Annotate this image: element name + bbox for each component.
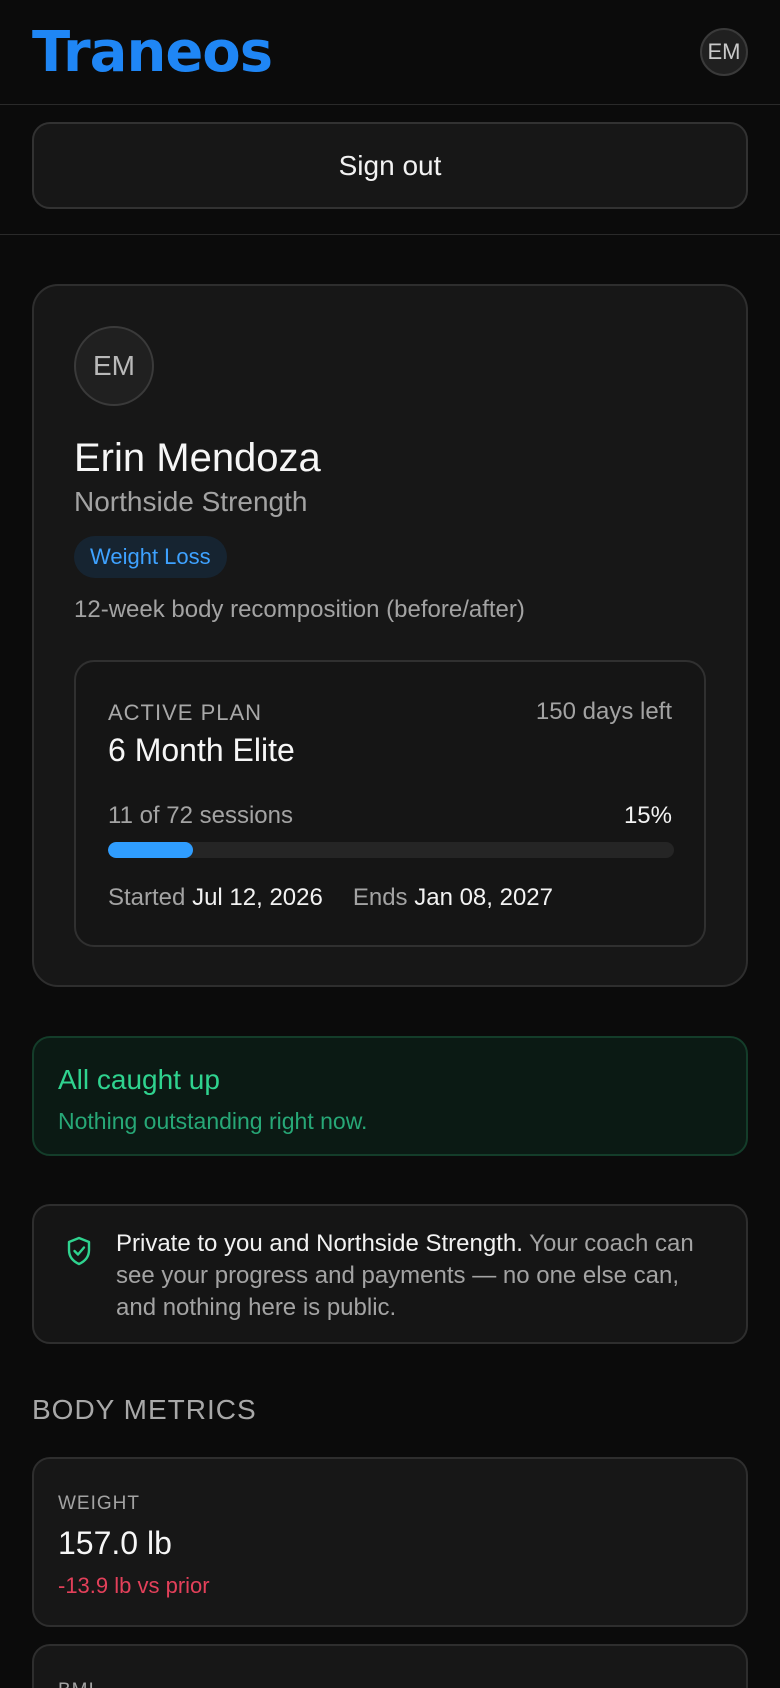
active-plan-card: ACTIVE PLAN 150 days left 6 Month Elite … <box>74 660 706 947</box>
sign-out-button[interactable]: Sign out <box>32 122 748 209</box>
metric-label: BMI <box>58 1680 95 1688</box>
plan-kicker: ACTIVE PLAN <box>108 700 263 725</box>
progress-percent: 15% <box>623 802 672 829</box>
goal-tag: Weight Loss <box>74 536 227 578</box>
goal-description: 12-week body recomposition (before/after… <box>74 596 525 623</box>
account-actions: Sign out <box>0 105 780 235</box>
user-avatar-button[interactable]: EM <box>700 28 748 76</box>
privacy-strong: Private to you and Northside Strength. <box>116 1230 523 1257</box>
plan-days-left: 150 days left <box>535 698 672 725</box>
app-header: Traneos EM <box>0 0 780 105</box>
progress-fill <box>108 842 193 858</box>
ends-label: Ends <box>352 884 408 911</box>
gym-name: Northside Strength <box>74 486 308 517</box>
metric-delta: -13.9 lb vs prior <box>58 1573 210 1598</box>
client-name: Erin Mendoza <box>74 436 321 480</box>
sessions-count: 11 of 72 sessions <box>108 802 294 829</box>
plan-dates: Started Jul 12, 2026 Ends Jan 08, 2027 <box>108 884 553 912</box>
app-logo[interactable]: Traneos <box>32 18 273 88</box>
metric-card-bmi: BMI <box>32 1644 748 1688</box>
progress-track <box>108 842 674 858</box>
plan-name: 6 Month Elite <box>108 732 295 768</box>
status-banner: All caught up Nothing outstanding right … <box>32 1036 748 1156</box>
profile-card: EM Erin Mendoza Northside Strength Weigh… <box>32 284 748 987</box>
status-subtitle: Nothing outstanding right now. <box>58 1108 368 1134</box>
started-label: Started <box>108 884 186 911</box>
privacy-text: Private to you and Northside Strength. Y… <box>116 1228 716 1324</box>
shield-check-icon <box>67 1236 91 1266</box>
ends-date: Jan 08, 2027 <box>414 884 554 911</box>
metric-card-weight: WEIGHT 157.0 lb -13.9 lb vs prior <box>32 1457 748 1627</box>
started-date: Jul 12, 2026 <box>192 884 323 911</box>
metric-label: WEIGHT <box>58 1493 140 1514</box>
status-title: All caught up <box>58 1064 220 1095</box>
profile-avatar: EM <box>74 326 154 406</box>
section-title-body-metrics: BODY METRICS <box>32 1394 257 1425</box>
metric-value: 157.0 lb <box>58 1525 172 1561</box>
privacy-notice: Private to you and Northside Strength. Y… <box>32 1204 748 1344</box>
